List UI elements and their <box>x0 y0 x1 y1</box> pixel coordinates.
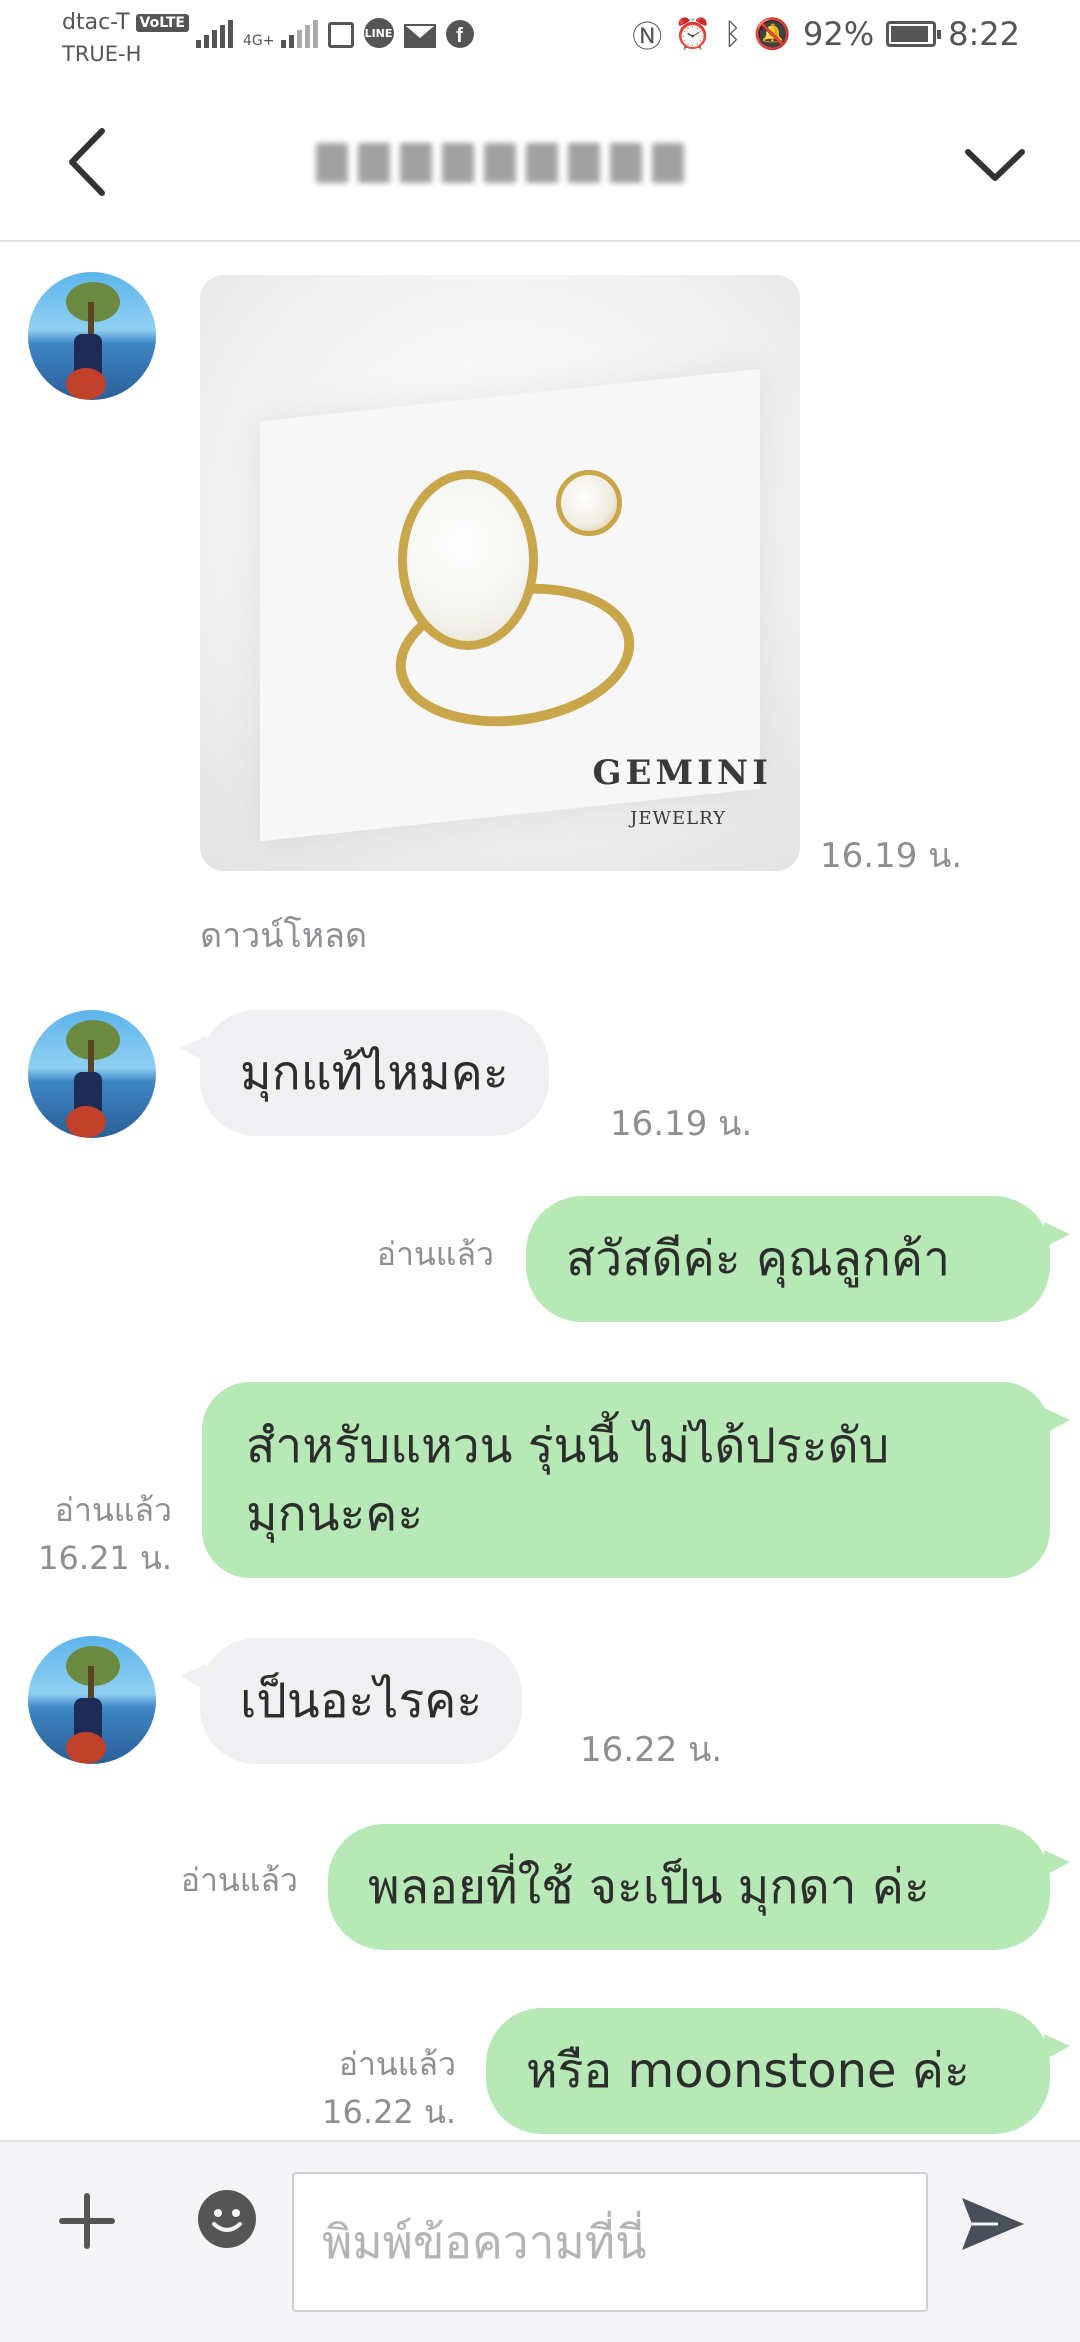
message-text: มุกแท้ไหมคะ <box>240 1045 509 1101</box>
status-right-icons: Ⓝ ⏰ ᛒ 🔕 92% 8:22 <box>632 12 1020 56</box>
message-time: 16.19 น. <box>610 1104 753 1144</box>
status-bar: dtac-T VoLTE TRUE-H 4G+ LINE f Ⓝ ⏰ ᛒ 🔕 9… <box>0 0 1080 75</box>
chat-title-blurred[interactable] <box>316 130 684 196</box>
send-icon <box>962 2198 1024 2250</box>
message-input[interactable] <box>292 2172 928 2312</box>
contact-avatar[interactable] <box>28 1010 156 1138</box>
bluetooth-icon: ᛒ <box>723 16 742 52</box>
message-input-bar <box>0 2140 1080 2342</box>
alarm-icon: ⏰ <box>674 16 712 52</box>
battery-percent: 92% <box>803 15 875 53</box>
facebook-icon: f <box>445 20 474 48</box>
image-brand-text: GEMINI <box>592 753 772 793</box>
volte-badge: VoLTE <box>135 13 189 32</box>
download-link[interactable]: ดาวน์โหลด <box>200 908 367 962</box>
battery-icon <box>886 21 942 47</box>
message-time: 16.22 น. <box>322 2093 456 2131</box>
message-text: พลอยที่ใช้ จะเป็น มุกดา ค่ะ <box>368 1859 930 1915</box>
carrier-1-label: dtac-T <box>62 10 130 35</box>
read-receipt: อ่านแล้ว <box>180 1861 298 1899</box>
chat-header <box>0 75 1080 242</box>
mute-icon: 🔕 <box>753 16 792 52</box>
outgoing-message-bubble[interactable]: หรือ moonstone ค่ะ <box>486 2008 1070 2134</box>
read-receipt: อ่านแล้ว <box>376 1235 494 1273</box>
message-time: 16.21 น. <box>38 1539 172 1577</box>
message-text: สำหรับแหวน รุ่นนี้ ไม่ได้ประดับ มุกนะคะ <box>246 1412 889 1548</box>
nfc-icon: Ⓝ <box>632 20 663 55</box>
carrier-name-secondary: TRUE-H <box>62 42 142 66</box>
message-text: สวัสดีค่ะ คุณลูกค้า <box>566 1231 951 1287</box>
incoming-message-bubble[interactable]: เป็นอะไรคะ <box>179 1638 523 1764</box>
news-icon <box>327 22 354 48</box>
send-button[interactable] <box>958 2192 1028 2256</box>
message-time: 16.19 น. <box>820 836 963 876</box>
outgoing-message-bubble[interactable]: สวัสดีค่ะ คุณลูกค้า <box>526 1196 1070 1322</box>
outgoing-message-bubble[interactable]: พลอยที่ใช้ จะเป็น มุกดา ค่ะ <box>328 1824 1070 1950</box>
contact-avatar[interactable] <box>28 272 156 400</box>
read-receipt-label: อ่านแล้ว <box>338 2045 456 2083</box>
read-receipt: อ่านแล้ว 16.21 น. <box>38 1486 172 1582</box>
message-text-line-2: มุกนะคะ <box>246 1486 424 1542</box>
status-left-icons: 4G+ LINE f <box>196 18 474 48</box>
chevron-down-icon <box>965 149 1025 181</box>
add-attachment-button[interactable] <box>52 2186 122 2256</box>
message-image[interactable]: GEMINI JEWELRY <box>200 275 800 871</box>
signal-2-icon <box>280 18 318 48</box>
incoming-message-bubble[interactable]: มุกแท้ไหมคะ <box>180 1010 549 1136</box>
carrier-name-primary: dtac-T VoLTE <box>62 10 189 35</box>
clock: 8:22 <box>948 15 1020 53</box>
network-type-badge: 4G+ <box>243 33 275 49</box>
signal-icon <box>196 18 233 48</box>
message-text: หรือ moonstone ค่ะ <box>526 2043 970 2099</box>
chat-menu-button[interactable] <box>960 130 1030 200</box>
back-button[interactable] <box>60 117 120 207</box>
message-text-line-1: สำหรับแหวน รุ่นนี้ ไม่ได้ประดับ <box>246 1418 890 1474</box>
emoji-button[interactable] <box>196 2188 258 2250</box>
chevron-left-icon <box>69 128 105 196</box>
mail-icon <box>403 24 436 48</box>
battery-fill <box>891 26 929 42</box>
message-text: เป็นอะไรคะ <box>240 1673 483 1729</box>
outgoing-message-bubble[interactable]: สำหรับแหวน รุ่นนี้ ไม่ได้ประดับ มุกนะคะ <box>202 1382 1070 1578</box>
image-brand-subtext: JEWELRY <box>630 808 726 829</box>
line-app-icon: LINE <box>363 18 394 48</box>
read-receipt-label: อ่านแล้ว <box>54 1491 172 1529</box>
read-receipt: อ่านแล้ว 16.22 น. <box>322 2040 456 2136</box>
contact-avatar[interactable] <box>28 1636 156 1764</box>
message-time: 16.22 น. <box>580 1730 723 1770</box>
emoji-icon <box>198 2190 256 2248</box>
plus-icon <box>59 2193 115 2249</box>
